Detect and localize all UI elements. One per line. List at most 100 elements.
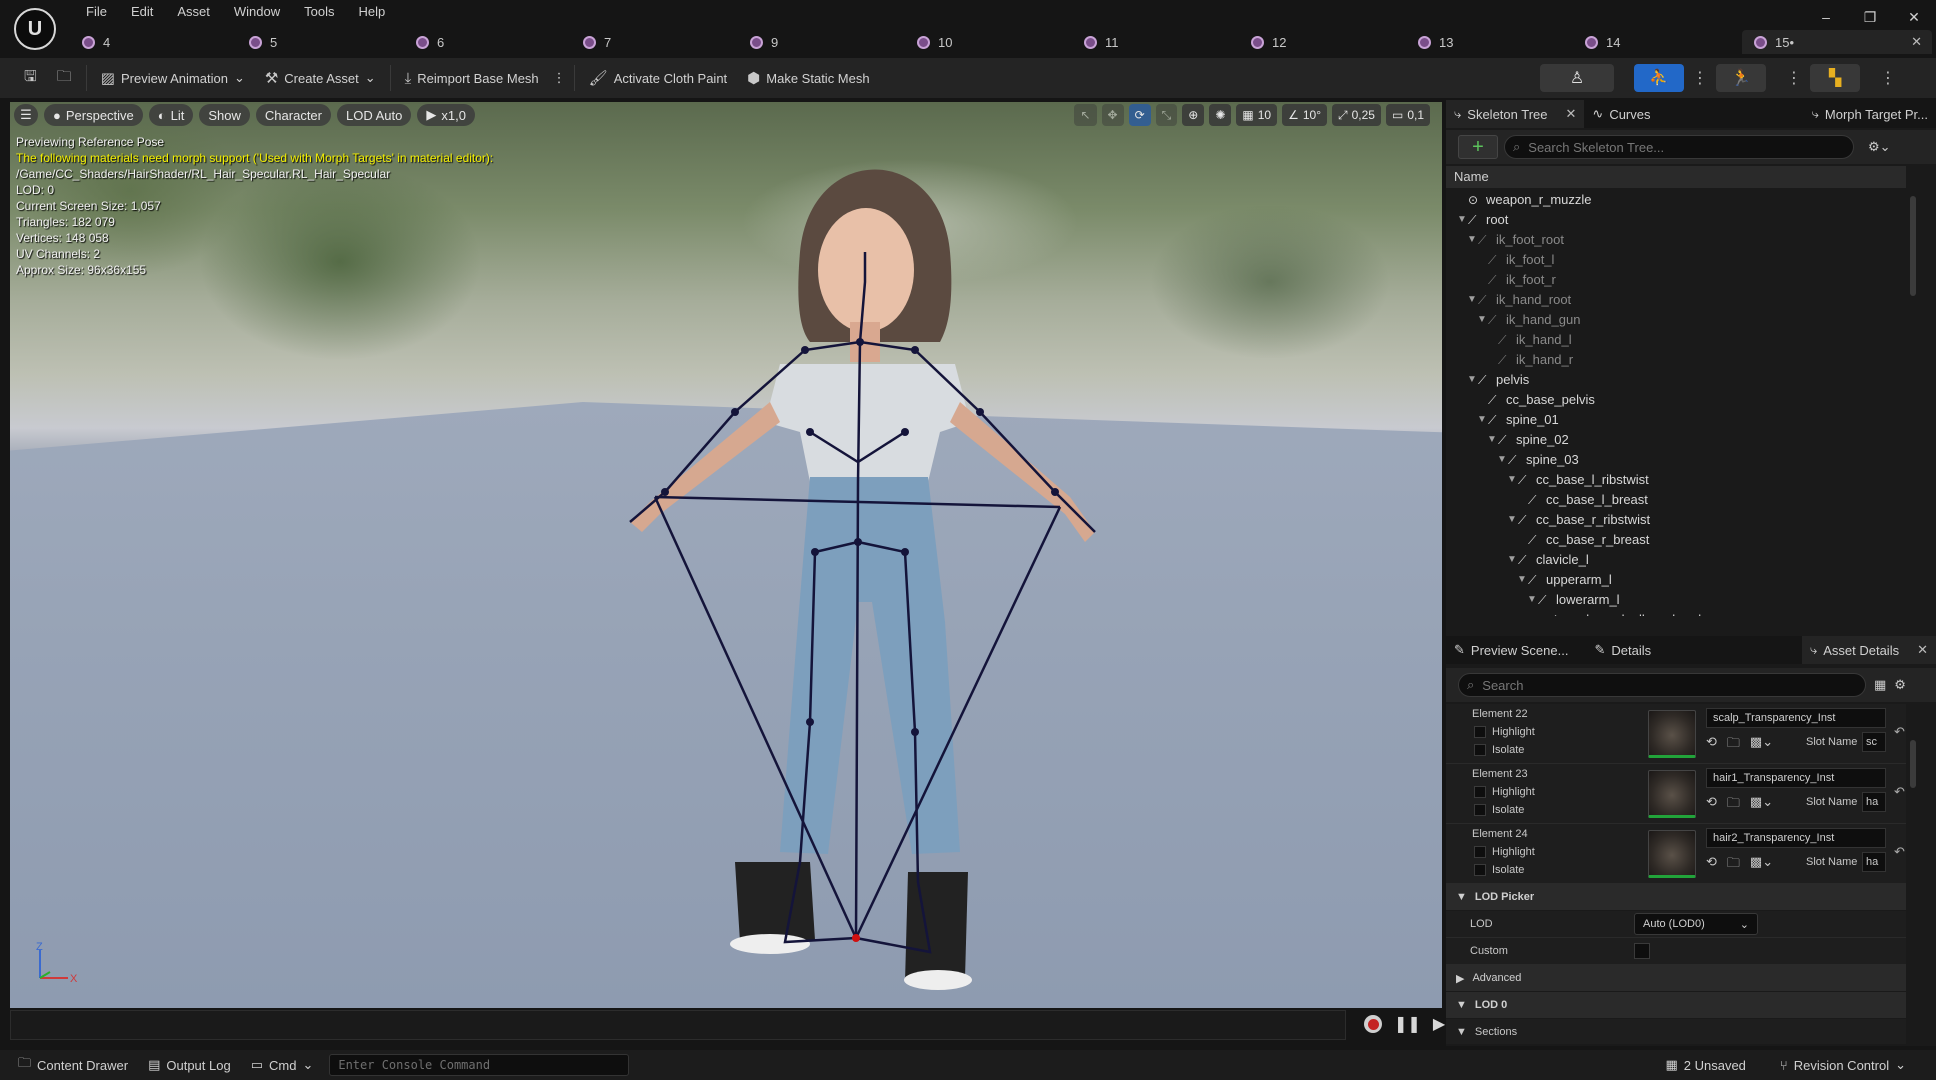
skeleton-search-input[interactable]: ⌕ Search Skeleton Tree... [1504,135,1854,159]
save-button[interactable]: 🖫 [14,63,47,93]
browse-button[interactable]: 🗀 [47,63,82,93]
close-window-icon[interactable]: ✕ [1892,0,1936,34]
expand-arrow-icon[interactable]: ▼ [1466,290,1478,310]
skeleton-tree-row[interactable]: ▼ ⟋ ik_foot_root [1446,230,1906,250]
playback-speed-button[interactable]: ▶ x1,0 [417,104,475,126]
tab-asset-13[interactable]: 13 [1406,30,1573,54]
highlight-checkbox[interactable] [1474,726,1486,738]
timeline-strip[interactable] [10,1010,1346,1040]
tab-asset-9[interactable]: 9 [738,30,905,54]
lit-button[interactable]: ◐ Lit [148,104,194,126]
skeleton-tree-row[interactable]: ⟋ cc_base_l_breast [1446,490,1906,510]
reset-to-default-icon[interactable]: ↶ [1894,724,1905,740]
preview-viewport[interactable]: ☰ ● Perspective ◐ Lit Show Character LOD A… [10,102,1442,1008]
select-tool[interactable]: ↖ [1074,104,1097,126]
use-selected-icon[interactable]: ⟲ [1706,734,1717,756]
camera-speed-button[interactable]: ▭ 0,1 [1385,104,1430,126]
menu-tools[interactable]: Tools [292,4,346,20]
close-tab-icon[interactable]: ✕ [1911,34,1922,50]
revision-control-button[interactable]: ⑂ Revision Control ⌄ [1770,1057,1916,1073]
skeleton-tree-row[interactable]: ⟋ ik_hand_r [1446,350,1906,370]
viewport-menu-button[interactable]: ☰ [14,104,38,126]
skeleton-tree-row[interactable]: ▼ ⟋ ik_hand_root [1446,290,1906,310]
advanced-section[interactable]: ▶ Advanced [1446,965,1906,992]
skeleton-tree-row[interactable]: ⟋ ik_foot_r [1446,270,1906,290]
lod-picker-section[interactable]: ▼ LOD Picker [1446,884,1906,911]
perspective-button[interactable]: ● Perspective [44,104,143,126]
restore-icon[interactable]: ❐ [1848,0,1892,34]
expand-arrow-icon[interactable]: ▼ [1476,310,1488,330]
lod0-section[interactable]: ▼ LOD 0 [1446,992,1906,1019]
scale-tool[interactable]: ⤡ [1155,104,1178,126]
show-button[interactable]: Show [199,104,250,126]
texture-icon[interactable]: ▩⌄ [1750,794,1773,816]
material-picker[interactable]: hair1_Transparency_Inst [1706,768,1886,788]
skeleton-tree-row[interactable]: ▼ ⟋ root [1446,210,1906,230]
sections-row[interactable]: ▼ Sections [1446,1019,1906,1044]
expand-arrow-icon[interactable]: ▼ [1486,430,1498,450]
highlight-checkbox[interactable] [1474,786,1486,798]
skeleton-tree-row[interactable]: ▼ ⟋ lowerarm_l [1446,590,1906,610]
lod-button[interactable]: LOD Auto [336,104,412,126]
tab-asset-details[interactable]: ⤷ Asset Details ✕ [1801,636,1936,664]
skeleton-tree-row[interactable]: ⟋ cc_base_l_elbowsharebone [1446,610,1906,616]
preview-animation-button[interactable]: ▨ Preview Animation ⌄ [91,63,255,93]
expand-arrow-icon[interactable]: ▼ [1526,590,1538,610]
skeleton-tree-row[interactable]: ▼ ⟋ upperarm_l [1446,570,1906,590]
skeleton-mode-button[interactable]: ♙ [1540,64,1614,92]
surface-snap-button[interactable]: ✺ [1209,104,1232,126]
angle-snap-button[interactable]: ∠ 10° [1282,104,1327,126]
character-button[interactable]: Character [255,104,331,126]
expand-arrow-icon[interactable]: ▼ [1506,510,1518,530]
animation-mode-button[interactable]: 🏃 [1716,64,1766,92]
tab-details[interactable]: ✎ Details [1586,636,1659,664]
close-icon[interactable]: ✕ [1917,642,1928,658]
slot-name-input[interactable]: ha [1862,852,1886,872]
anim-options-icon[interactable]: ⋮ [1786,68,1802,88]
expand-arrow-icon[interactable]: ▼ [1516,570,1528,590]
reimport-base-mesh-button[interactable]: ⤓ Reimport Base Mesh [395,63,549,93]
tab-asset-4[interactable]: 4 [70,30,237,54]
mode-options-icon[interactable]: ⋮ [1692,68,1708,88]
grid-snap-button[interactable]: ▦ 10 [1236,104,1278,126]
scale-snap-button[interactable]: ⤢ 0,25 [1332,104,1381,126]
more-options-icon[interactable]: ⋮ [549,63,570,93]
skeleton-tree-row[interactable]: ⟋ ik_hand_l [1446,330,1906,350]
browse-icon[interactable]: 🗀 [1727,734,1740,756]
texture-icon[interactable]: ▩⌄ [1750,854,1773,876]
minimize-icon[interactable]: – [1804,0,1848,34]
skeleton-tree-row[interactable]: ▼ ⟋ cc_base_l_ribstwist [1446,470,1906,490]
skeleton-tree-row[interactable]: ▼ ⟋ cc_base_r_ribstwist [1446,510,1906,530]
tab-curves[interactable]: ∿ Curves [1584,100,1658,128]
rotate-tool[interactable]: ⟳ [1128,104,1151,126]
details-scrollbar[interactable] [1910,740,1916,788]
slot-name-input[interactable]: sc [1862,732,1886,752]
settings-gear-icon[interactable]: ⚙ [1894,677,1906,693]
material-thumbnail[interactable] [1648,710,1696,758]
tab-skeleton-tree[interactable]: ⤷ Skeleton Tree ✕ [1446,100,1585,128]
tab-asset-10[interactable]: 10 [905,30,1072,54]
tab-morph-target-preview[interactable]: ⤷ Morph Target Pr... [1804,100,1936,128]
expand-arrow-icon[interactable]: ▼ [1466,230,1478,250]
menu-edit[interactable]: Edit [119,4,165,20]
material-picker[interactable]: hair2_Transparency_Inst [1706,828,1886,848]
expand-arrow-icon[interactable]: ▼ [1476,410,1488,430]
tab-asset-7[interactable]: 7 [571,30,738,54]
record-button[interactable] [1364,1015,1382,1033]
expand-arrow-icon[interactable]: ▼ [1506,470,1518,490]
reset-to-default-icon[interactable]: ↶ [1894,784,1905,800]
tab-asset-11[interactable]: 11 [1072,30,1239,54]
blueprint-mode-button[interactable]: ▚ [1810,64,1860,92]
coordinate-space-button[interactable]: ⊕ [1182,104,1205,126]
texture-icon[interactable]: ▩⌄ [1750,734,1773,756]
skeleton-tree-row[interactable]: ▼ ⟋ pelvis [1446,370,1906,390]
highlight-checkbox[interactable] [1474,846,1486,858]
table-view-icon[interactable]: ▦ [1874,677,1886,693]
pause-button[interactable]: ❚❚ [1394,1014,1421,1034]
expand-arrow-icon[interactable]: ▼ [1506,550,1518,570]
console-input[interactable]: Enter Console Command [329,1054,630,1076]
tab-preview-scene[interactable]: ✎ Preview Scene... [1446,636,1576,664]
menu-asset[interactable]: Asset [165,4,222,20]
expand-arrow-icon[interactable]: ▼ [1496,450,1508,470]
output-log-button[interactable]: ▤ Output Log [138,1057,241,1073]
